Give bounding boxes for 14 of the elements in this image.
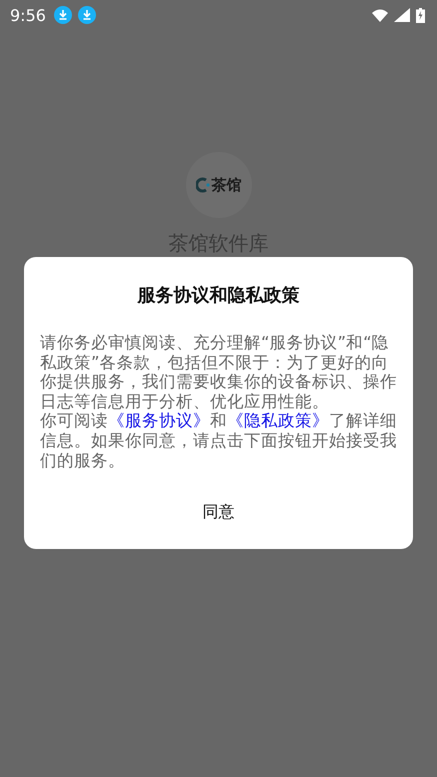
dialog-title: 服务协议和隐私政策 — [136, 284, 300, 307]
signal-icon — [394, 8, 410, 22]
service-agreement-link[interactable]: 《服务协议》 — [108, 411, 210, 430]
logo-mark-icon — [196, 177, 210, 193]
policy-paragraph: 你可阅读《服务协议》和《隐私政策》了解详细信息。如果你同意，请点击下面按钮开始接受我们的服务。 — [40, 411, 397, 470]
download-icon — [78, 6, 96, 24]
privacy-policy-link[interactable]: 《隐私政策》 — [227, 411, 329, 430]
download-icon — [54, 6, 72, 24]
policy-paragraph: 请你务必审慎阅读、充分理解“服务协议”和“隐私政策”各条款，包括但不限于：为了更好的向你提供服务，我们需要收集你的设备标识、操作日志等信息用于分析、优化应用性能。 — [40, 333, 397, 412]
wifi-icon — [372, 8, 388, 22]
status-time: 9:56 — [10, 6, 46, 24]
logo-text: 茶馆 — [212, 176, 242, 194]
battery-icon — [416, 8, 425, 22]
agree-button[interactable]: 同意 — [192, 498, 244, 528]
